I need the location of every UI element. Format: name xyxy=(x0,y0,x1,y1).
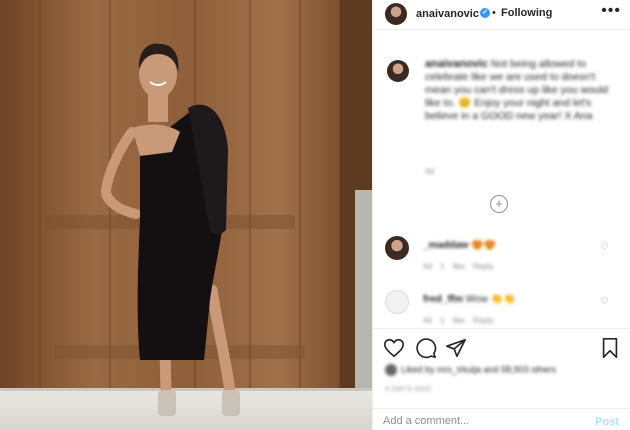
author-username[interactable]: anaivanovic xyxy=(416,8,479,20)
post-date: 4 DAYS AGO xyxy=(385,386,432,393)
commenter-avatar[interactable] xyxy=(385,290,409,314)
likes-text: Liked by mrs_trkulja and 58,903 others xyxy=(401,364,557,375)
commenter-username[interactable]: _maddaw xyxy=(423,240,469,251)
comment-meta[interactable]: 4d 1 like Reply xyxy=(423,316,493,325)
following-button[interactable]: Following xyxy=(501,7,552,19)
comment-icon[interactable] xyxy=(415,337,437,359)
comment-item: _maddaw 😍😍 4d 1 like Reply ♡ xyxy=(373,236,630,276)
caption-text: anaivanovic Not being allowed to celebra… xyxy=(425,58,615,123)
add-comment-bar: Post xyxy=(373,408,630,430)
load-more-comments-icon[interactable]: + xyxy=(490,195,508,213)
paper-plane-icon[interactable] xyxy=(445,337,467,359)
add-comment-input[interactable] xyxy=(383,415,573,427)
comment-like-icon[interactable]: ♡ xyxy=(600,296,609,307)
comment-item: fred_ffm Wow 👏👏 4d 1 like Reply ♡ xyxy=(373,290,630,330)
post-comment-button[interactable]: Post xyxy=(595,416,619,428)
comment-text: _maddaw 😍😍 xyxy=(423,240,496,251)
bookmark-icon[interactable] xyxy=(599,337,621,359)
post-side-panel: anaivanovic ✓ • Following ••• anaivanovi… xyxy=(372,0,630,430)
author-avatar[interactable] xyxy=(385,3,407,25)
header-separator: • xyxy=(492,7,496,19)
comment-body: 😍😍 xyxy=(471,240,497,251)
caption-timestamp: 4d xyxy=(425,167,434,176)
comment-like-icon[interactable]: ♡ xyxy=(600,242,609,253)
comment-text: fred_ffm Wow 👏👏 xyxy=(423,294,516,305)
commenter-avatar[interactable] xyxy=(385,236,409,260)
liker-avatar xyxy=(385,364,397,376)
post-header: anaivanovic ✓ • Following ••• xyxy=(373,0,630,30)
comment-meta[interactable]: 4d 1 like Reply xyxy=(423,262,493,271)
verified-badge-icon: ✓ xyxy=(480,8,490,18)
heart-icon[interactable] xyxy=(383,337,405,359)
more-options-icon[interactable]: ••• xyxy=(601,2,621,20)
commenter-username[interactable]: fred_ffm xyxy=(423,294,463,305)
comment-body: Wow 👏👏 xyxy=(465,294,516,305)
caption-username[interactable]: anaivanovic xyxy=(425,58,488,70)
action-bar xyxy=(373,328,630,364)
post-photo[interactable] xyxy=(0,0,372,430)
likes-summary[interactable]: Liked by mrs_trkulja and 58,903 others xyxy=(385,364,556,376)
caption-avatar[interactable] xyxy=(387,60,409,82)
photo-image xyxy=(0,0,372,430)
